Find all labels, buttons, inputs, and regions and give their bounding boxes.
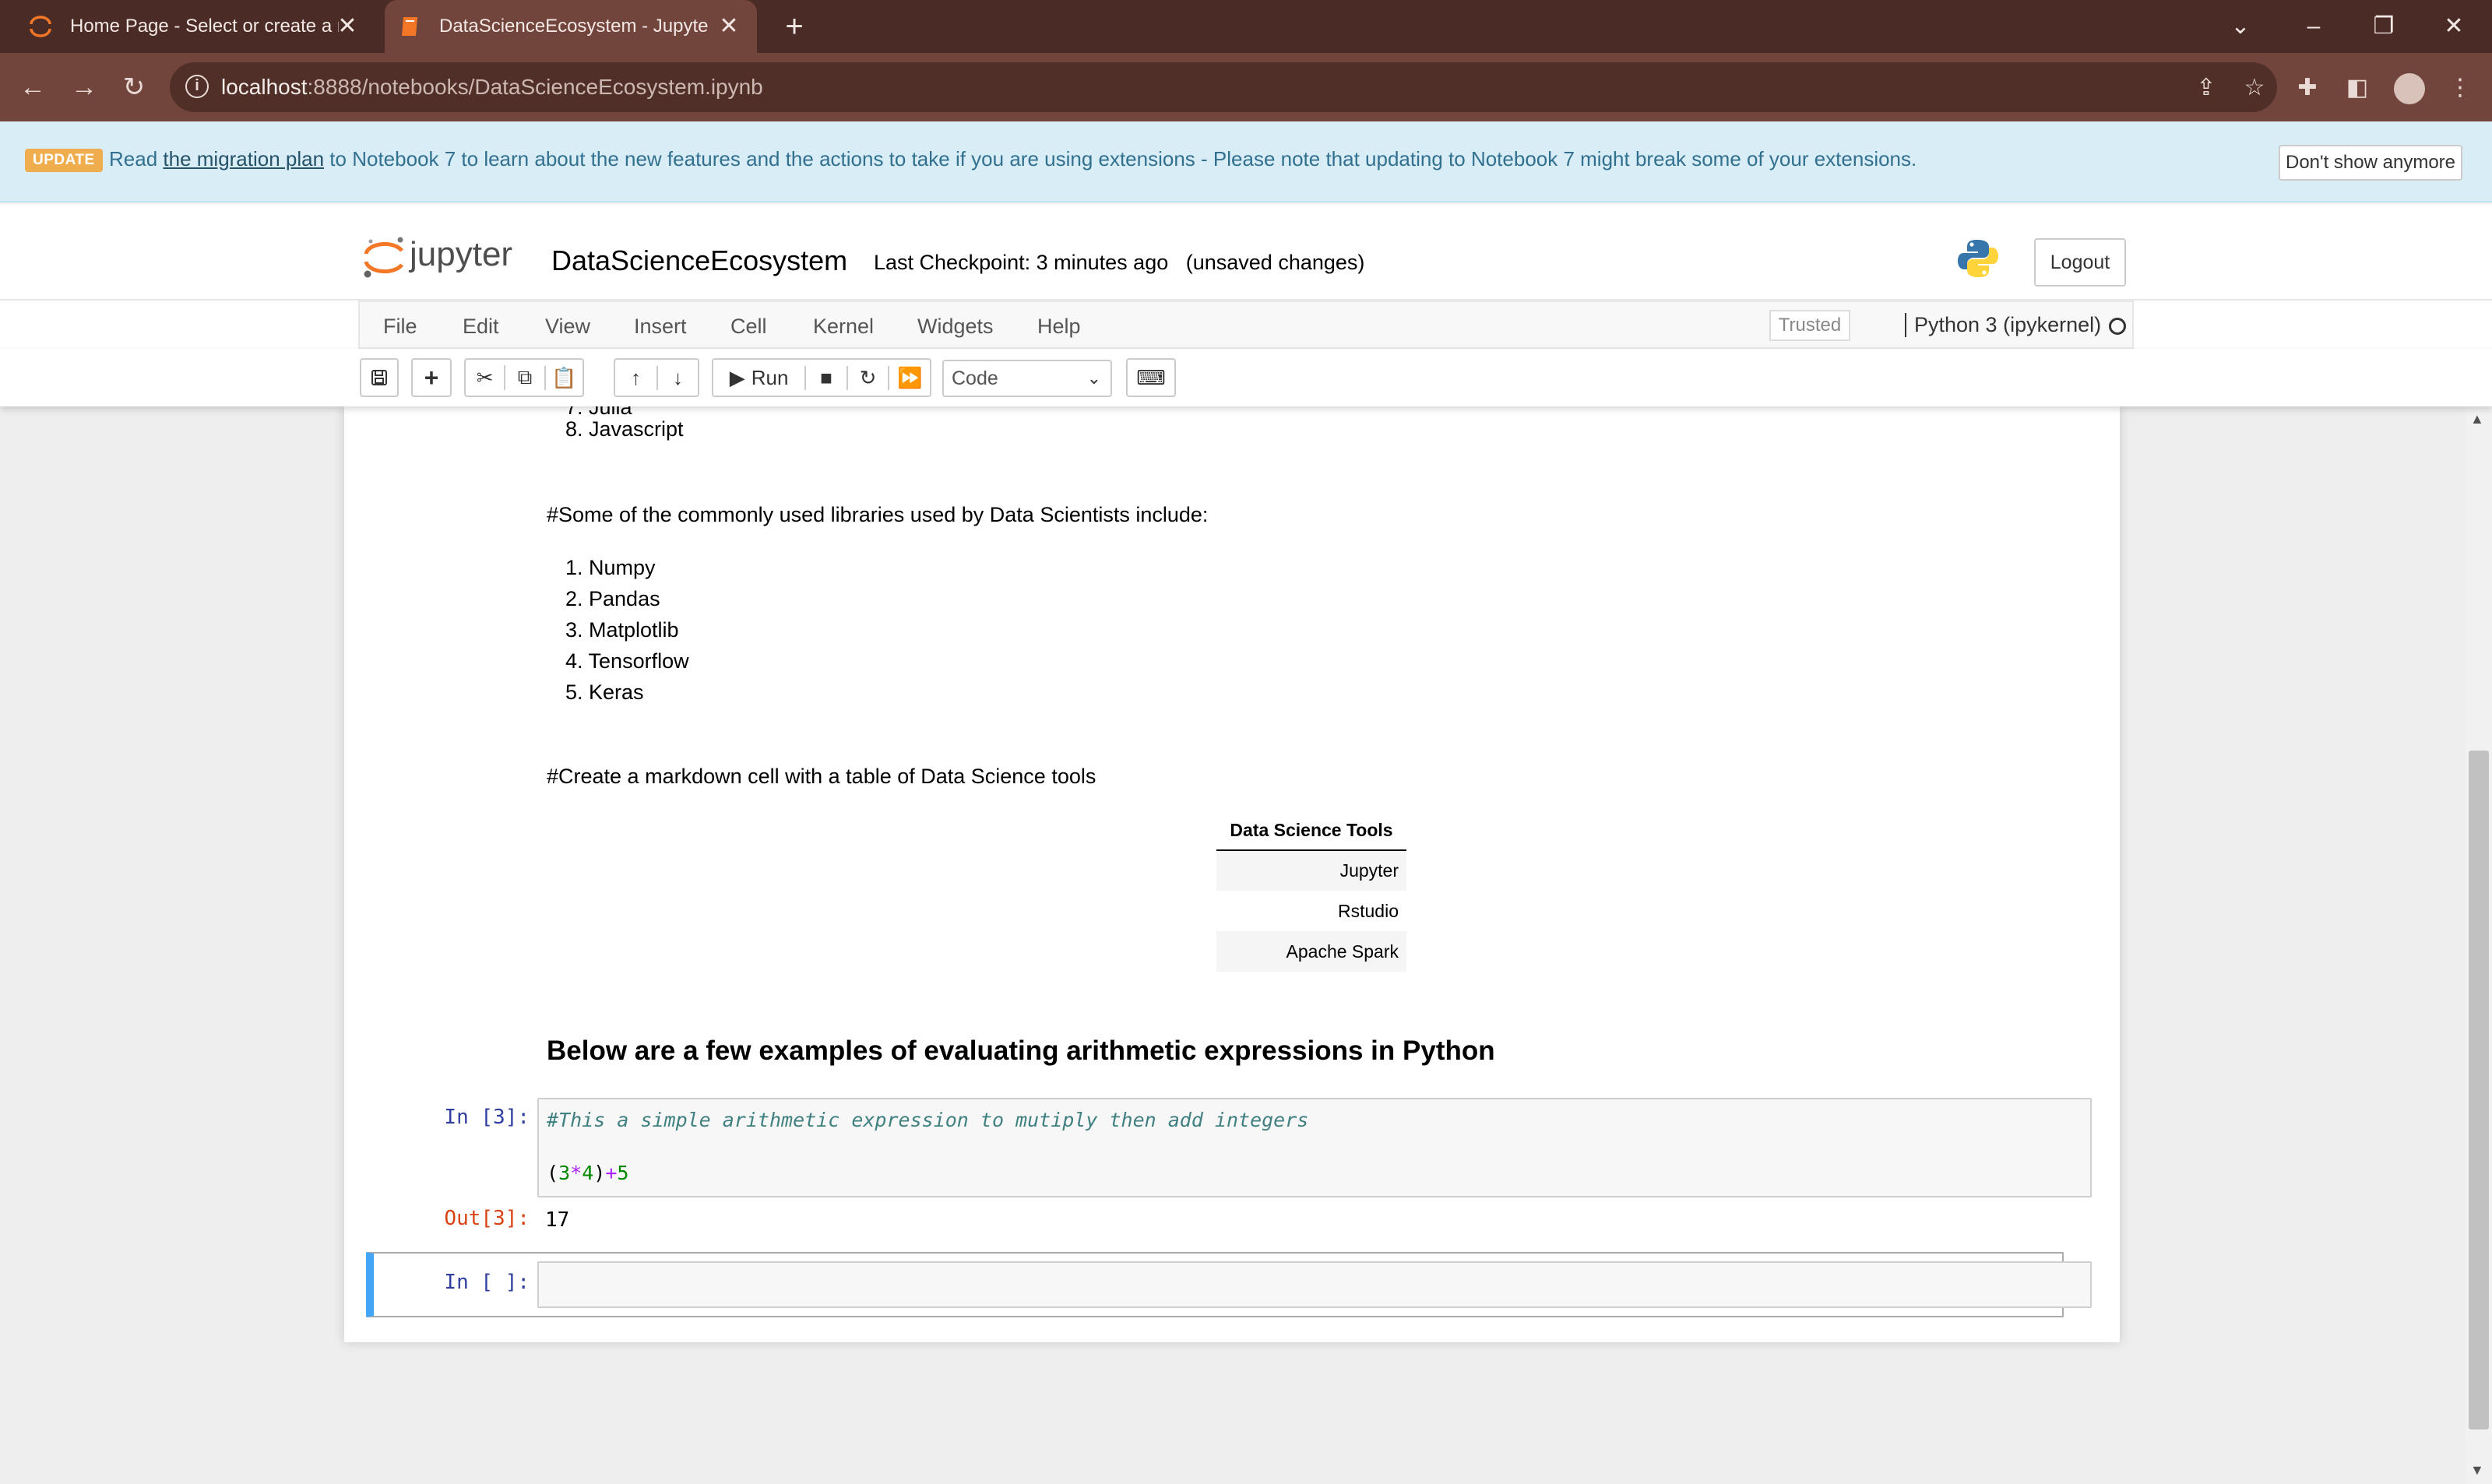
chevron-down-icon: ⌄: [1086, 368, 1101, 388]
jupyter-header: jupyter DataScienceEcosystem Last Checkp…: [0, 204, 2492, 301]
menu-help[interactable]: Help: [1037, 315, 1081, 339]
close-tab-icon[interactable]: ✕: [333, 12, 361, 40]
list-item: 4. Tensorflow: [565, 649, 689, 673]
close-tab-icon[interactable]: ✕: [715, 12, 743, 40]
menu-kebab-icon[interactable]: ⋮: [2447, 75, 2473, 101]
menu-edit[interactable]: Edit: [463, 315, 499, 339]
copy-icon[interactable]: ⧉: [504, 365, 544, 390]
extensions-icon[interactable]: ✚: [2294, 75, 2321, 101]
update-banner: UPDATE Read the migration plan to Notebo…: [0, 121, 2492, 202]
table-row: Apache Spark: [1216, 931, 1406, 972]
table-header: Data Science Tools: [1216, 811, 1406, 851]
plus-icon: +: [424, 363, 439, 392]
bookmark-star-icon[interactable]: ☆: [2241, 75, 2268, 101]
new-tab-button[interactable]: +: [777, 9, 811, 44]
save-button[interactable]: [360, 358, 399, 397]
table-row: Jupyter: [1216, 850, 1406, 891]
update-badge: UPDATE: [25, 149, 103, 172]
notebook-container: 7. Julia 8. Javascript #Some of the comm…: [344, 406, 2120, 1342]
tab-notebook[interactable]: DataScienceEcosystem - Jupyter Notebook …: [385, 0, 757, 53]
scroll-down-arrow-icon[interactable]: ▼: [2470, 1462, 2484, 1479]
edit-button-group: ✂ ⧉ 📋: [464, 358, 584, 397]
share-icon[interactable]: ⇪: [2193, 75, 2219, 101]
tab-title: DataScienceEcosystem - Jupyter Notebook: [439, 16, 708, 37]
dont-show-anymore-button[interactable]: Don't show anymore: [2279, 145, 2462, 181]
tab-home-page[interactable]: Home Page - Select or create a notebook …: [16, 0, 375, 53]
markdown-text: #Some of the commonly used libraries use…: [547, 503, 1209, 526]
notebook-title[interactable]: DataScienceEcosystem: [551, 244, 847, 277]
menu-kernel[interactable]: Kernel: [813, 315, 874, 339]
list-item: 5. Keras: [565, 680, 644, 704]
run-button-group: ▶ Run ■ ↻ ⏩: [712, 358, 931, 397]
profile-avatar[interactable]: [2394, 73, 2425, 104]
move-up-icon[interactable]: ↑: [615, 366, 656, 390]
save-icon: [371, 370, 387, 385]
trusted-indicator[interactable]: Trusted: [1769, 310, 1850, 341]
empty-cell-editor[interactable]: [537, 1261, 2092, 1308]
restore-icon[interactable]: ❐: [2364, 8, 2403, 45]
table-row: Rstudio: [1338, 900, 1399, 921]
menu-cell[interactable]: Cell: [730, 315, 767, 339]
reload-icon[interactable]: ↻: [115, 69, 153, 106]
keyboard-icon: ⌨: [1136, 365, 1166, 389]
kernel-idle-indicator-icon: [2109, 318, 2126, 335]
list-item: 3. Matplotlib: [565, 618, 679, 642]
cell-type-select[interactable]: Code ⌄: [942, 360, 1112, 397]
tab-title: Home Page - Select or create a notebook: [70, 16, 339, 37]
tab-search-icon[interactable]: ⌄: [2221, 8, 2260, 45]
minimize-icon[interactable]: –: [2294, 8, 2333, 45]
scroll-up-arrow-icon[interactable]: ▲: [2470, 411, 2484, 427]
url-text[interactable]: localhost:8888/notebooks/DataScienceEcos…: [221, 75, 763, 100]
data-science-tools-table: Data Science Tools Jupyter Rstudio Apach…: [1216, 811, 1406, 972]
markdown-text: #Create a markdown cell with a table of …: [547, 765, 1096, 788]
run-button[interactable]: ▶ Run: [713, 366, 804, 390]
notebook-toolbar: + ✂ ⧉ 📋 ↑ ↓ ▶ Run ■ ↻ ⏩ Code ⌄ ⌨: [0, 349, 2492, 406]
code-comment: #This a simple arithmetic expression to …: [547, 1109, 1309, 1131]
migration-plan-link[interactable]: the migration plan: [163, 147, 324, 171]
paste-icon[interactable]: 📋: [544, 365, 583, 390]
jupyter-wordmark: jupyter: [410, 235, 513, 273]
back-icon[interactable]: ←: [14, 69, 51, 106]
kernel-name[interactable]: Python 3 (ipykernel): [1905, 313, 2101, 337]
menu-view[interactable]: View: [545, 315, 590, 339]
scrollbar-thumb[interactable]: [2469, 751, 2489, 1429]
jupyter-logo[interactable]: jupyter: [361, 235, 533, 279]
menu-file[interactable]: File: [383, 315, 417, 339]
list-item: 2. Pandas: [565, 587, 660, 610]
command-palette-button[interactable]: ⌨: [1126, 358, 1176, 397]
code-expression: (3*4)+5: [547, 1162, 629, 1184]
section-heading: Below are a few examples of evaluating a…: [547, 1036, 1495, 1066]
address-bar[interactable]: i localhost:8888/notebooks/DataScienceEc…: [170, 62, 2277, 112]
interrupt-icon[interactable]: ■: [804, 365, 847, 390]
play-icon: ▶: [729, 365, 745, 389]
banner-message: Read the migration plan to Notebook 7 to…: [109, 147, 1917, 171]
menu-insert[interactable]: Insert: [634, 315, 687, 339]
side-panel-icon[interactable]: ◧: [2344, 75, 2371, 101]
list-item: 1. Numpy: [565, 556, 656, 579]
browser-toolbar: ← → ↻ i localhost:8888/notebooks/DataSci…: [0, 53, 2492, 121]
input-prompt: In [3]:: [444, 1106, 530, 1129]
menu-bar: File Edit View Insert Cell Kernel Widget…: [0, 301, 2492, 349]
python-logo-icon: [1956, 237, 2000, 280]
notebook-favicon-icon: [397, 14, 422, 39]
checkpoint-status: Last Checkpoint: 3 minutes ago (unsaved …: [874, 251, 1365, 274]
cut-icon[interactable]: ✂: [466, 366, 504, 390]
jupyter-favicon-icon: [28, 14, 53, 39]
site-info-icon[interactable]: i: [185, 75, 209, 98]
close-window-icon[interactable]: ✕: [2434, 8, 2473, 45]
browser-tab-bar: Home Page - Select or create a notebook …: [0, 0, 2492, 53]
forward-icon[interactable]: →: [65, 69, 103, 106]
output-prompt: Out[3]:: [444, 1207, 530, 1230]
input-prompt: In [ ]:: [444, 1271, 530, 1294]
move-down-icon[interactable]: ↓: [656, 365, 698, 390]
restart-icon[interactable]: ↻: [846, 365, 889, 390]
logout-button[interactable]: Logout: [2034, 238, 2126, 287]
list-item: 8. Javascript: [565, 417, 684, 441]
insert-cell-button[interactable]: +: [411, 358, 452, 397]
cell-output: 17: [545, 1208, 570, 1232]
code-cell-editor[interactable]: #This a simple arithmetic expression to …: [537, 1098, 2092, 1197]
restart-run-all-icon[interactable]: ⏩: [888, 365, 930, 390]
menu-widgets[interactable]: Widgets: [917, 315, 994, 339]
move-button-group: ↑ ↓: [614, 358, 699, 397]
